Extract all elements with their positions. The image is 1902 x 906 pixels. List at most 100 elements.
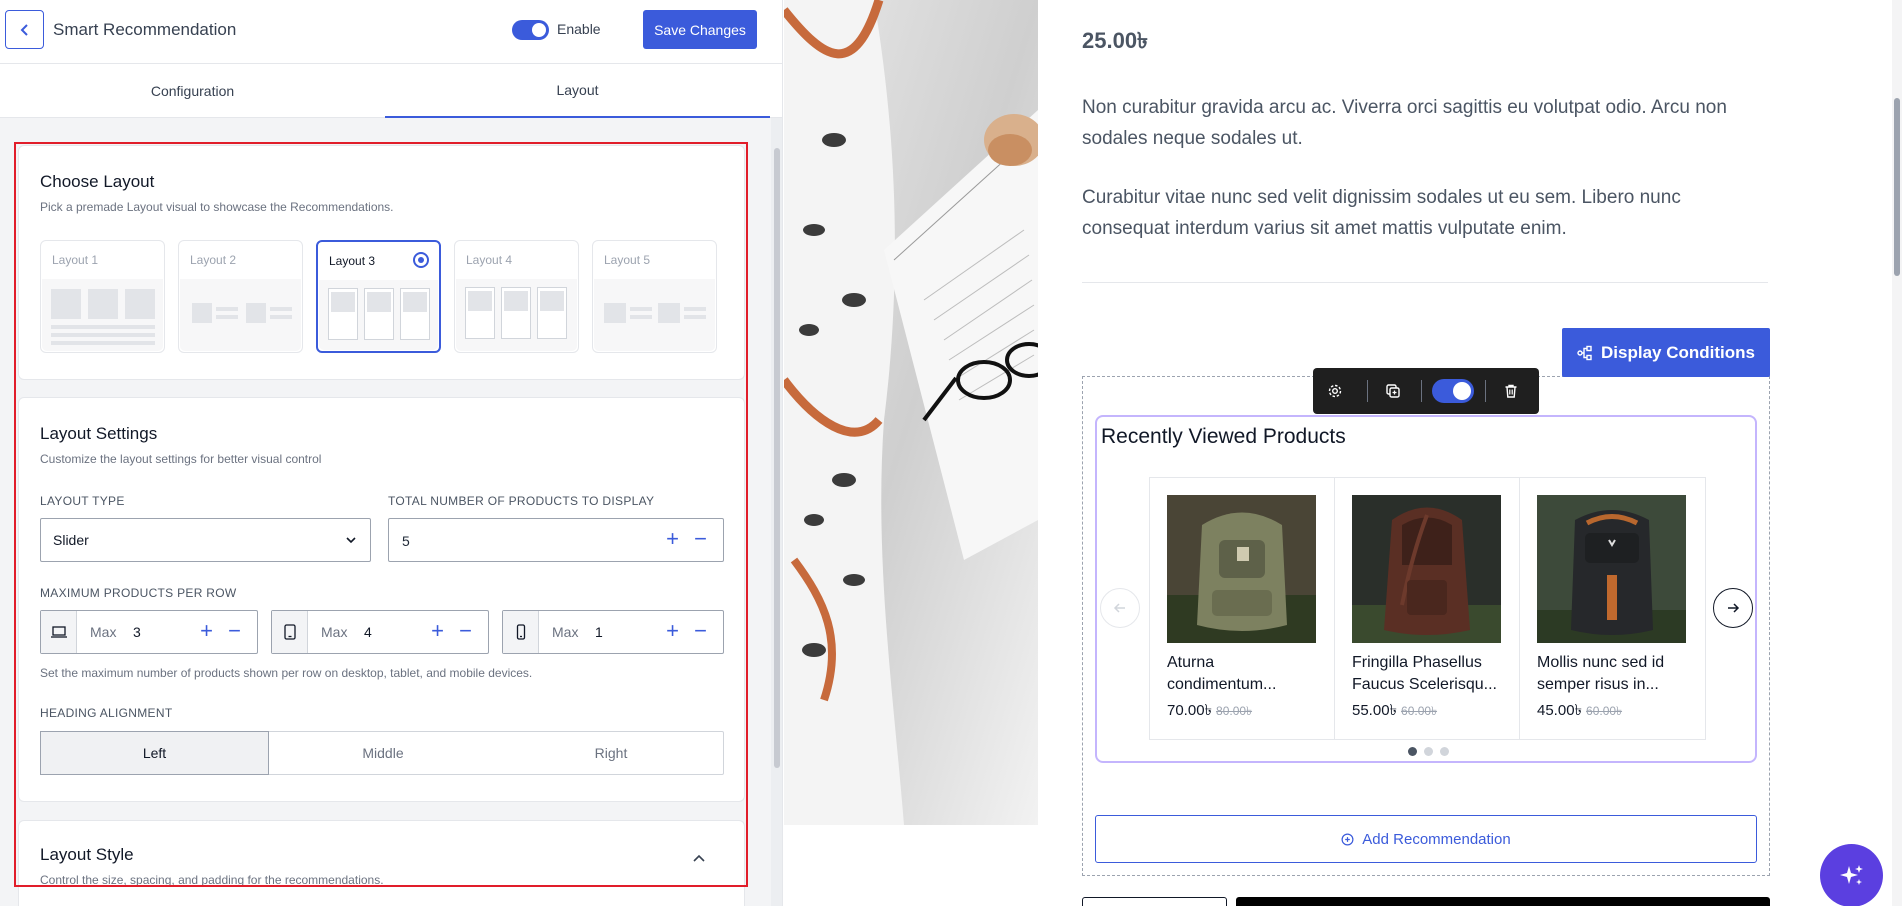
sparkle-icon [1839,864,1863,885]
tablet-value: 4 [364,624,372,640]
panel-scrollbar[interactable] [771,118,782,906]
product-card[interactable]: Aturna condimentum... 70.00৳ 80.00৳ [1150,478,1335,740]
selected-radio-icon [413,252,429,268]
sale-price: 45.00৳ [1537,702,1583,719]
layout-option-label: Layout 1 [52,253,99,267]
mobile-icon [503,611,539,653]
slider-next-button[interactable] [1713,588,1753,628]
layout-style-card: Layout Style Control the size, spacing, … [18,820,745,906]
slider-dot[interactable] [1440,747,1449,756]
display-conditions-label: Display Conditions [1601,342,1755,362]
layout-option-2[interactable]: Layout 2 [178,240,303,353]
layout-type-select[interactable]: Slider [40,518,371,562]
page-scroll-thumb[interactable] [1894,98,1900,276]
product-price: 70.00৳ 80.00৳ [1167,699,1252,724]
tab-layout[interactable]: Layout [385,64,770,118]
page-scrollbar[interactable] [1892,0,1902,906]
layout-style-title: Layout Style [40,845,134,864]
arrow-right-icon [1728,603,1740,613]
old-price: 60.00৳ [1401,704,1438,718]
plus-icon[interactable]: + [666,619,679,643]
layout-1-preview-icon [42,279,163,351]
layout-3-preview-icon [319,280,438,350]
product-card[interactable]: Fringilla Phasellus Faucus Scelerisqu...… [1335,478,1520,740]
total-products-value: 5 [402,533,410,549]
enable-toggle[interactable] [512,20,549,40]
total-products-input[interactable]: 5 + − [388,518,724,562]
storefront-preview: 25.00৳ Non curabitur gravida arcu ac. Vi… [1038,0,1902,906]
product-name: Mollis nunc sed id semper risus in... [1537,654,1665,693]
product-price: 55.00৳ 60.00৳ [1352,699,1437,724]
layout-option-label: Layout 2 [190,253,237,267]
max-label: Max [321,624,348,640]
divider [1082,282,1768,283]
tablet-icon [272,611,308,653]
gear-icon[interactable] [1325,381,1345,401]
product-description-2: Curabitur vitae nunc sed velit dignissim… [1082,187,1681,239]
minus-icon[interactable]: − [694,619,707,643]
toolbar-separator [1367,380,1368,402]
layout-settings-card: Layout Settings Customize the layout set… [18,397,745,802]
total-products-label: TOTAL NUMBER OF PRODUCTS TO DISPLAY [388,494,655,508]
plus-circle-icon [1341,833,1354,845]
back-button[interactable] [5,10,44,49]
minus-icon[interactable]: − [459,619,472,643]
add-to-cart-button[interactable] [1236,897,1770,906]
panel-scroll-thumb[interactable] [774,148,780,768]
arrow-left-icon [1113,603,1125,613]
product-price: 25.00৳ [1082,28,1149,53]
slider-dot[interactable] [1424,747,1433,756]
old-price: 60.00৳ [1586,704,1623,718]
recently-viewed-widget[interactable]: Recently Viewed Products Aturna condimen… [1095,415,1757,763]
mobile-value: 1 [595,624,603,640]
plus-icon[interactable]: + [431,619,444,643]
plus-icon[interactable]: + [200,619,213,643]
sale-price: 70.00৳ [1167,702,1213,719]
product-image-backpack-black [1537,495,1686,643]
layout-type-value: Slider [53,532,89,548]
settings-panel: Smart Recommendation Enable Save Changes… [0,0,783,906]
product-price: 45.00৳ 60.00৳ [1537,699,1622,724]
quantity-box[interactable] [1082,897,1227,906]
trash-icon[interactable] [1501,381,1521,401]
product-card[interactable]: Mollis nunc sed id semper risus in... 45… [1520,478,1705,740]
tablet-per-row-input[interactable]: Max 4 + − [271,610,489,654]
desktop-icon [41,611,77,653]
page-title: Smart Recommendation [53,20,237,39]
plus-icon[interactable]: + [666,527,679,551]
duplicate-icon[interactable] [1383,381,1403,401]
align-middle-button[interactable]: Middle [269,732,497,774]
slider-dot[interactable] [1408,747,1417,756]
product-hero-image [784,0,1038,825]
layout-option-label: Layout 4 [466,253,513,267]
desktop-per-row-input[interactable]: Max 3 + − [40,610,258,654]
panel-header: Smart Recommendation Enable Save Changes [0,0,782,64]
layout-settings-title: Layout Settings [40,424,158,443]
mobile-per-row-input[interactable]: Max 1 + − [502,610,724,654]
layout-option-4[interactable]: Layout 4 [454,240,579,353]
product-name: Fringilla Phasellus Faucus Scelerisqu... [1352,654,1497,693]
slider-prev-button[interactable] [1100,588,1140,628]
max-label: Max [90,624,117,640]
ai-assistant-button[interactable] [1820,844,1883,906]
display-conditions-button[interactable]: Display Conditions [1562,328,1770,377]
layout-4-preview-icon [456,279,577,351]
layout-option-1[interactable]: Layout 1 [40,240,165,353]
minus-icon[interactable]: − [694,527,707,551]
tab-configuration[interactable]: Configuration [0,64,385,118]
product-description-1: Non curabitur gravida arcu ac. Viverra o… [1082,97,1727,149]
layout-option-label: Layout 5 [604,253,651,267]
sale-price: 55.00৳ [1352,702,1398,719]
widget-visibility-toggle[interactable] [1432,379,1474,403]
align-right-button[interactable]: Right [497,732,725,774]
align-left-button[interactable]: Left [40,731,269,775]
save-changes-button[interactable]: Save Changes [643,10,757,49]
layout-option-3[interactable]: Layout 3 [316,240,441,353]
toolbar-separator [1421,380,1422,402]
layout-option-5[interactable]: Layout 5 [592,240,717,353]
minus-icon[interactable]: − [228,619,241,643]
add-recommendation-button[interactable]: Add Recommendation [1095,815,1757,863]
widget-title: Recently Viewed Products [1101,425,1346,448]
chevron-up-icon[interactable] [691,851,707,867]
layout-2-preview-icon [180,279,301,351]
